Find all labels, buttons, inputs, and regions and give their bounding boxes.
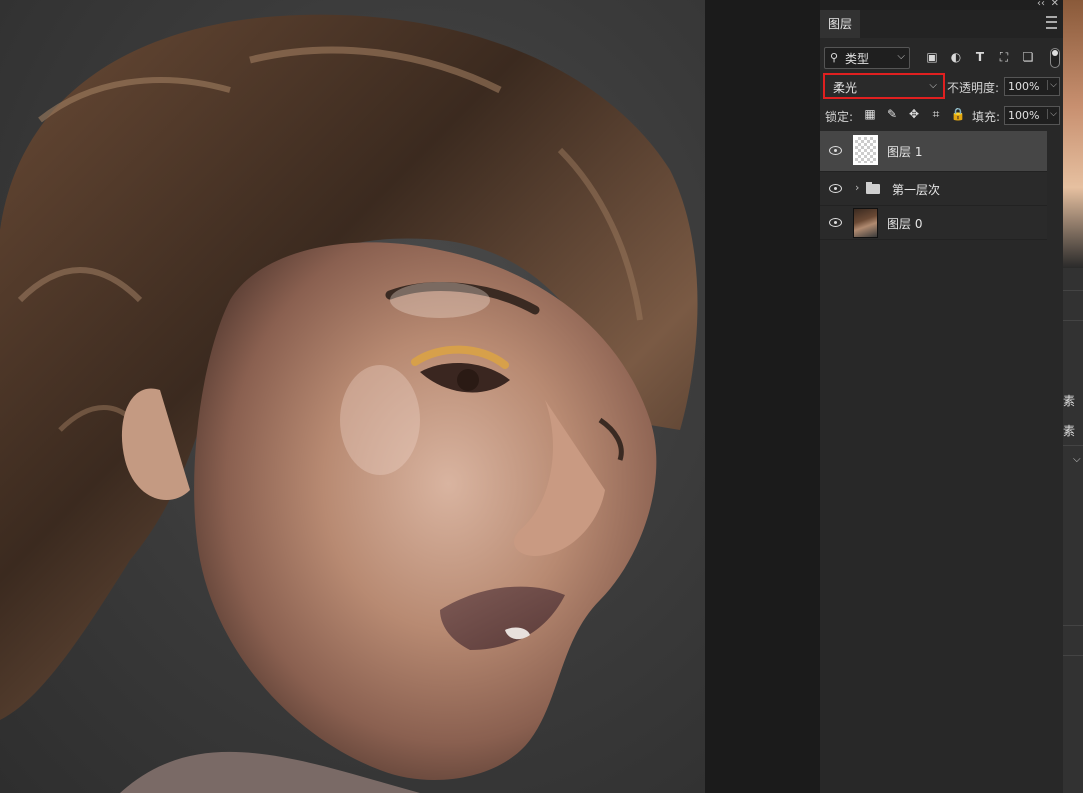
opacity-value: 100% xyxy=(1008,80,1040,93)
lock-transparent-icon[interactable]: ▦ xyxy=(862,106,878,122)
eye-icon[interactable] xyxy=(829,183,842,193)
divider xyxy=(1063,445,1083,446)
fill-value: 100% xyxy=(1008,109,1040,122)
blend-mode-select[interactable]: 柔光 ⌵ xyxy=(823,73,945,99)
chevron-down-icon[interactable]: ⌵ xyxy=(1047,80,1057,90)
panel-tab-row: 图层 xyxy=(820,10,1063,38)
document-canvas[interactable] xyxy=(0,0,705,793)
chevron-down-icon[interactable]: ⌵ xyxy=(1073,454,1081,465)
filter-toggle[interactable] xyxy=(1050,48,1060,68)
color-gradient[interactable] xyxy=(1063,0,1083,268)
eye-icon[interactable] xyxy=(829,217,842,227)
chevron-right-icon[interactable]: › xyxy=(855,181,859,194)
right-panel-strip: 素 素 ⌵ xyxy=(1063,0,1083,793)
folder-icon xyxy=(866,181,880,194)
lock-paint-icon[interactable]: ✎ xyxy=(884,106,900,122)
filter-label: 类型 xyxy=(845,52,870,66)
lock-artboard-icon[interactable]: ⌗ xyxy=(928,106,944,122)
layer-thumbnail xyxy=(853,135,878,165)
strip-text: 素 xyxy=(1063,394,1076,408)
layers-list: 图层 1 › 第一层次 图层 0 xyxy=(820,131,1047,240)
lock-label: 锁定: xyxy=(825,110,854,124)
divider xyxy=(1063,625,1083,626)
opacity-label: 不透明度: xyxy=(947,81,1000,95)
layers-panel: ‹‹ ✕ 图层 ⚲ 类型 ⌵ ▣ ◐ T ⛶ ❏ 柔光 ⌵ 不透明度: 100%… xyxy=(820,0,1063,793)
group-name: 第一层次 xyxy=(892,182,941,197)
image-filter-icon[interactable]: ▣ xyxy=(923,48,941,66)
strip-text: 素 xyxy=(1063,424,1076,438)
panel-gutter xyxy=(705,0,820,793)
opacity-input[interactable]: 100% ⌵ xyxy=(1004,77,1060,96)
shape-filter-icon[interactable]: ⛶ xyxy=(995,48,1013,66)
search-icon: ⚲ xyxy=(830,51,839,64)
panel-top-bar: ‹‹ ✕ xyxy=(820,0,1063,10)
chevron-down-icon[interactable]: ⌵ xyxy=(1047,109,1057,119)
chevron-down-icon: ⌵ xyxy=(897,51,905,62)
chevron-down-icon: ⌵ xyxy=(929,80,937,91)
layer-name: 图层 1 xyxy=(887,145,923,159)
type-filter-icon[interactable]: T xyxy=(971,48,989,66)
divider xyxy=(1063,320,1083,321)
fill-input[interactable]: 100% ⌵ xyxy=(1004,106,1060,125)
lock-position-icon[interactable]: ✥ xyxy=(906,106,922,122)
divider xyxy=(1063,290,1083,291)
tab-layers[interactable]: 图层 xyxy=(820,10,861,38)
portrait-photo xyxy=(0,14,698,793)
lock-all-icon[interactable]: 🔒 xyxy=(950,106,966,122)
adjustment-filter-icon[interactable]: ◐ xyxy=(947,48,965,66)
smart-object-filter-icon[interactable]: ❏ xyxy=(1019,48,1037,66)
divider xyxy=(1063,655,1083,656)
layer-name: 图层 0 xyxy=(887,216,923,231)
layer-filter-select[interactable]: ⚲ 类型 ⌵ xyxy=(824,47,910,69)
collapse-icon[interactable]: ‹‹ xyxy=(1037,0,1045,9)
fill-label: 填充: xyxy=(972,110,1001,124)
panel-menu-icon[interactable] xyxy=(1046,16,1057,29)
blend-mode-value: 柔光 xyxy=(833,81,858,95)
layer-row[interactable]: 图层 1 xyxy=(820,131,1047,172)
layer-thumbnail xyxy=(853,208,878,238)
close-icon[interactable]: ✕ xyxy=(1051,0,1059,9)
layer-row[interactable]: 图层 0 xyxy=(820,206,1047,240)
eye-icon[interactable] xyxy=(829,146,842,155)
layer-group-row[interactable]: › 第一层次 xyxy=(820,172,1047,206)
